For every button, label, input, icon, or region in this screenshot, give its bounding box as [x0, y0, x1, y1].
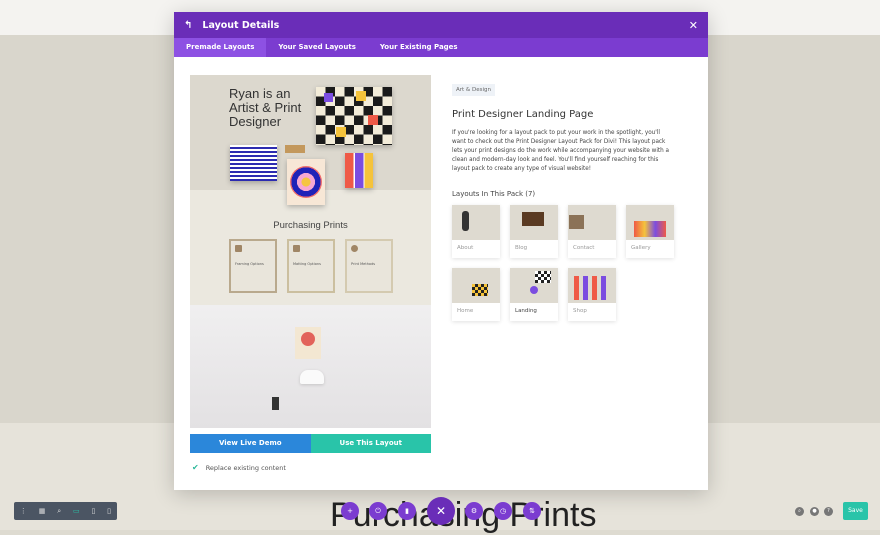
- mat-icon: [293, 245, 300, 252]
- settings-icon[interactable]: ⚙: [465, 502, 483, 520]
- phone-icon[interactable]: ▯: [107, 507, 111, 515]
- card-title: Print Methods: [351, 262, 376, 266]
- builder-view-toolbar: ⋮ ▦ ⌕ ▭ ▯ ▯: [14, 502, 117, 520]
- thumb-image: [510, 268, 558, 303]
- layout-thumb-contact[interactable]: Contact: [568, 205, 616, 258]
- trash-icon[interactable]: ▮: [398, 502, 416, 520]
- tab-premade-layouts[interactable]: Premade Layouts: [174, 38, 267, 57]
- menu-icon[interactable]: ⋮: [20, 507, 27, 515]
- layouts-heading: Layouts In This Pack (7): [452, 190, 536, 198]
- category-tag[interactable]: Art & Design: [452, 84, 495, 96]
- thumb-label: Contact: [573, 245, 595, 251]
- back-icon[interactable]: ↰: [184, 20, 192, 31]
- portability-icon[interactable]: ⇅: [523, 502, 541, 520]
- thumb-label: Landing: [515, 308, 537, 314]
- vase: [272, 397, 279, 410]
- modal-header: ↰ Layout Details ✕: [174, 12, 708, 38]
- replace-content-checkbox[interactable]: ✔ Replace existing content: [192, 463, 286, 472]
- close-icon[interactable]: ✕: [689, 19, 698, 32]
- layout-description: If you're looking for a layout pack to p…: [452, 130, 670, 172]
- close-builder-icon[interactable]: ✕: [427, 497, 455, 525]
- power-icon[interactable]: ⏻: [369, 502, 387, 520]
- history-icon[interactable]: ◷: [494, 502, 512, 520]
- modal-tabs: Premade Layouts Your Saved Layouts Your …: [174, 38, 708, 57]
- layout-title: Print Designer Landing Page: [452, 109, 594, 120]
- layout-thumb-about[interactable]: About: [452, 205, 500, 258]
- layout-preview: Ryan is an Artist & Print Designer Purch…: [190, 75, 431, 428]
- add-icon[interactable]: +: [341, 502, 359, 520]
- thumb-label: Blog: [515, 245, 528, 251]
- thumb-image: [510, 205, 558, 240]
- thumb-image: [568, 268, 616, 303]
- preview-actions: View Live Demo Use This Layout: [190, 434, 431, 453]
- layout-thumb-home[interactable]: Home: [452, 268, 500, 321]
- wall-art: [295, 327, 321, 359]
- art-circles: [287, 159, 325, 205]
- layout-thumb-blog[interactable]: Blog: [510, 205, 558, 258]
- tablet-icon[interactable]: ▯: [91, 507, 95, 515]
- layouts-grid: About Blog Contact Gallery Home Landing …: [452, 205, 674, 321]
- art-shapes: [345, 153, 373, 188]
- layers-icon[interactable]: ●: [810, 507, 819, 516]
- thumb-label: Shop: [573, 308, 587, 314]
- layout-info: Art & Design Print Designer Landing Page…: [452, 76, 674, 321]
- frame-icon: [235, 245, 242, 252]
- preview-card: Print Methods: [345, 239, 393, 293]
- preview-hero: Ryan is an Artist & Print Designer: [190, 75, 431, 205]
- print-icon: [351, 245, 358, 252]
- thumb-image: [452, 268, 500, 303]
- thumb-image: [452, 205, 500, 240]
- desktop-icon[interactable]: ▭: [73, 507, 80, 515]
- preview-section-title: Purchasing Prints: [273, 220, 348, 231]
- art-stripes: [230, 145, 277, 181]
- preview-hero-title: Ryan is an Artist & Print Designer: [229, 86, 302, 129]
- tab-saved-layouts[interactable]: Your Saved Layouts: [266, 38, 367, 57]
- wireframe-icon[interactable]: ▦: [39, 507, 46, 515]
- checkmark-icon[interactable]: ✔: [192, 463, 199, 472]
- replace-content-label: Replace existing content: [205, 463, 286, 472]
- preview-card: Matting Options: [287, 239, 335, 293]
- modal-title: Layout Details: [202, 19, 280, 31]
- chair: [300, 370, 324, 384]
- help-icon[interactable]: ?: [824, 507, 833, 516]
- view-live-demo-button[interactable]: View Live Demo: [190, 434, 311, 453]
- use-this-layout-button[interactable]: Use This Layout: [310, 434, 431, 453]
- art-label: [285, 145, 305, 153]
- thumb-label: Gallery: [631, 245, 651, 251]
- search-icon[interactable]: ⌕: [795, 507, 804, 516]
- preview-room-image: [190, 305, 431, 428]
- art-geometric: [316, 87, 392, 145]
- tab-existing-pages[interactable]: Your Existing Pages: [368, 38, 470, 57]
- thumb-label: About: [457, 245, 474, 251]
- layout-thumb-shop[interactable]: Shop: [568, 268, 616, 321]
- preview-card: Framing Options: [229, 239, 277, 293]
- zoom-icon[interactable]: ⌕: [57, 507, 61, 516]
- card-title: Framing Options: [235, 262, 264, 266]
- layout-thumb-gallery[interactable]: Gallery: [626, 205, 674, 258]
- card-title: Matting Options: [293, 262, 321, 266]
- thumb-image: [626, 205, 674, 240]
- save-button[interactable]: Save: [843, 502, 868, 520]
- thumb-label: Home: [457, 308, 474, 314]
- layout-details-modal: ↰ Layout Details ✕ Premade Layouts Your …: [174, 12, 708, 490]
- layout-thumb-landing[interactable]: Landing: [510, 268, 558, 321]
- thumb-image: [568, 205, 616, 240]
